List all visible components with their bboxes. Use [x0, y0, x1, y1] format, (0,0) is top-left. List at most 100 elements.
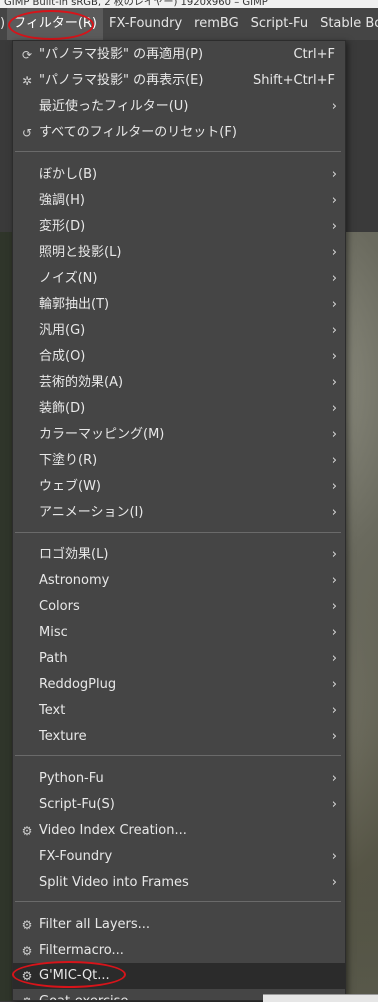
- filters-dropdown-menu: ⟳ "パノラマ投影" の再適用(P) Ctrl+F ✲ "パノラマ投影" の再表…: [12, 40, 346, 1001]
- menu-separator: [15, 901, 341, 902]
- menu-item-misc[interactable]: Misc ›: [13, 620, 345, 646]
- reset-icon: ↺: [21, 126, 33, 140]
- menu-item-colors[interactable]: Colors ›: [13, 594, 345, 620]
- plugin-gear-icon: ⚙: [21, 944, 33, 958]
- menu-item-label: Filtermacro...: [39, 943, 124, 958]
- menu-item-path[interactable]: Path ›: [13, 646, 345, 672]
- submenu-arrow-icon: ›: [331, 573, 337, 588]
- submenu-arrow-icon: ›: [331, 427, 337, 442]
- menu-item-filter-all-layers[interactable]: ⚙ Filter all Layers...: [13, 912, 345, 938]
- plugin-gear-icon: ⚙: [19, 989, 35, 1000]
- menu-item-label: ぼかし(B): [39, 167, 98, 182]
- submenu-arrow-icon: ›: [331, 99, 337, 114]
- submenu-arrow-icon: ›: [331, 547, 337, 562]
- menu-item-shortcut: Shift+Ctrl+F: [253, 73, 335, 88]
- menu-item-reset-all-filters[interactable]: ↺ すべてのフィルターのリセット(F): [13, 120, 345, 146]
- menu-item-logo-effects[interactable]: ロゴ効果(L) ›: [13, 542, 345, 568]
- menu-item-label: ノイズ(N): [39, 271, 98, 286]
- menu-item-shortcut: Ctrl+F: [293, 47, 335, 62]
- menu-item-web[interactable]: ウェブ(W) ›: [13, 474, 345, 500]
- menu-separator: [15, 755, 341, 756]
- menu-item-filtermacro[interactable]: ⚙ Filtermacro...: [13, 938, 345, 964]
- menu-item-text[interactable]: Text ›: [13, 698, 345, 724]
- submenu-arrow-icon: ›: [331, 271, 337, 286]
- menu-item-texture[interactable]: Texture ›: [13, 724, 345, 750]
- menu-item-label: Split Video into Frames: [39, 875, 189, 890]
- menu-item-label: Python-Fu: [39, 771, 104, 786]
- menu-item-label: カラーマッピング(M): [39, 427, 165, 442]
- menu-filters[interactable]: フィルター(R): [7, 8, 103, 40]
- menu-item-split-video[interactable]: Split Video into Frames ›: [13, 870, 345, 896]
- menu-item-edge-detect[interactable]: 輪郭抽出(T) ›: [13, 292, 345, 318]
- menu-item-label: 強調(H): [39, 193, 85, 208]
- submenu-arrow-icon: ›: [331, 167, 337, 182]
- menu-item-enhance[interactable]: 強調(H) ›: [13, 188, 345, 214]
- menu-item-repeat-last[interactable]: ⟳ "パノラマ投影" の再適用(P) Ctrl+F: [13, 42, 345, 68]
- submenu-arrow-icon: ›: [331, 453, 337, 468]
- submenu-arrow-icon: ›: [331, 401, 337, 416]
- canvas-left-edge: [0, 232, 12, 1001]
- submenu-arrow-icon: ›: [331, 297, 337, 312]
- menu-item-label: 装飾(D): [39, 401, 86, 416]
- submenu-arrow-icon: ›: [331, 323, 337, 338]
- submenu-arrow-icon: ›: [331, 219, 337, 234]
- menu-item-label: 輪郭抽出(T): [39, 297, 110, 312]
- menu-item-label: 汎用(G): [39, 323, 86, 338]
- menu-item-map[interactable]: カラーマッピング(M) ›: [13, 422, 345, 448]
- plugin-gear-icon: ⚙: [21, 824, 33, 838]
- submenu-arrow-icon: ›: [331, 771, 337, 786]
- menu-item-combine[interactable]: 合成(O) ›: [13, 344, 345, 370]
- menu-item-generic[interactable]: 汎用(G) ›: [13, 318, 345, 344]
- menu-item-label: Goat-exercise: [39, 989, 128, 1000]
- menu-item-label: ロゴ効果(L): [39, 547, 109, 562]
- menu-item-reshow-last[interactable]: ✲ "パノラマ投影" の再表示(E) Shift+Ctrl+F: [13, 68, 345, 94]
- menu-item-label: Colors: [39, 599, 80, 614]
- menu-item-label: 変形(D): [39, 219, 86, 234]
- menu-item-astronomy[interactable]: Astronomy ›: [13, 568, 345, 594]
- menu-fx-foundry[interactable]: FX-Foundry: [103, 8, 188, 40]
- submenu-arrow-icon: ›: [331, 875, 337, 890]
- plugin-gear-icon: ⚙: [21, 918, 33, 932]
- menu-item-blur[interactable]: ぼかし(B) ›: [13, 162, 345, 188]
- menu-item-gmic-qt[interactable]: ⚙ G'MIC-Qt...: [13, 963, 345, 989]
- menu-item-label: Text: [39, 703, 66, 718]
- submenu-arrow-icon: ›: [331, 797, 337, 812]
- menu-item-label: FX-Foundry: [39, 849, 113, 864]
- plugin-gear-icon: ⚙: [21, 969, 33, 983]
- submenu-arrow-icon: ›: [331, 349, 337, 364]
- menu-item-reddogplug[interactable]: ReddogPlug ›: [13, 672, 345, 698]
- menu-item-distorts[interactable]: 変形(D) ›: [13, 214, 345, 240]
- menu-item-recent-filters[interactable]: 最近使ったフィルター(U) ›: [13, 94, 345, 120]
- submenu-arrow-icon: ›: [331, 677, 337, 692]
- menu-item-label: ウェブ(W): [39, 479, 101, 494]
- menubar: ) フィルター(R) FX-Foundry remBG Script-Fu St…: [0, 8, 378, 40]
- menu-item-artistic[interactable]: 芸術的効果(A) ›: [13, 370, 345, 396]
- submenu-arrow-icon: ›: [331, 651, 337, 666]
- menu-script-fu[interactable]: Script-Fu: [245, 8, 314, 40]
- submenu-arrow-icon: ›: [331, 193, 337, 208]
- submenu-arrow-icon: ›: [331, 703, 337, 718]
- menu-item-render[interactable]: 下塗り(R) ›: [13, 448, 345, 474]
- menu-item-label: G'MIC-Qt...: [39, 968, 110, 983]
- menu-item-fx-foundry[interactable]: FX-Foundry ›: [13, 844, 345, 870]
- menu-item-script-fu[interactable]: Script-Fu(S) ›: [13, 792, 345, 818]
- menu-item-light-shadow[interactable]: 照明と投影(L) ›: [13, 240, 345, 266]
- menu-item-label: Path: [39, 651, 68, 666]
- menu-item-decor[interactable]: 装飾(D) ›: [13, 396, 345, 422]
- menu-item-noise[interactable]: ノイズ(N) ›: [13, 266, 345, 292]
- menu-item-label: 最近使ったフィルター(U): [39, 99, 189, 114]
- menu-item-label: すべてのフィルターのリセット(F): [39, 125, 237, 140]
- menu-item-label: Script-Fu(S): [39, 797, 115, 812]
- repeat-icon: ⟳: [21, 48, 33, 62]
- menu-item-video-index-creation[interactable]: ⚙ Video Index Creation...: [13, 818, 345, 844]
- menu-item-label: 下塗り(R): [39, 453, 98, 468]
- menu-rembg[interactable]: remBG: [188, 8, 244, 40]
- menu-item-python-fu[interactable]: Python-Fu ›: [13, 766, 345, 792]
- menu-item-animation[interactable]: アニメーション(I) ›: [13, 500, 345, 526]
- menu-item-label: アニメーション(I): [39, 505, 144, 520]
- menu-stable-boy[interactable]: Stable Boy: [314, 8, 378, 40]
- menu-separator: [15, 151, 341, 152]
- submenu-arrow-icon: ›: [331, 849, 337, 864]
- menu-item-label: "パノラマ投影" の再適用(P): [39, 47, 204, 62]
- submenu-arrow-icon: ›: [331, 245, 337, 260]
